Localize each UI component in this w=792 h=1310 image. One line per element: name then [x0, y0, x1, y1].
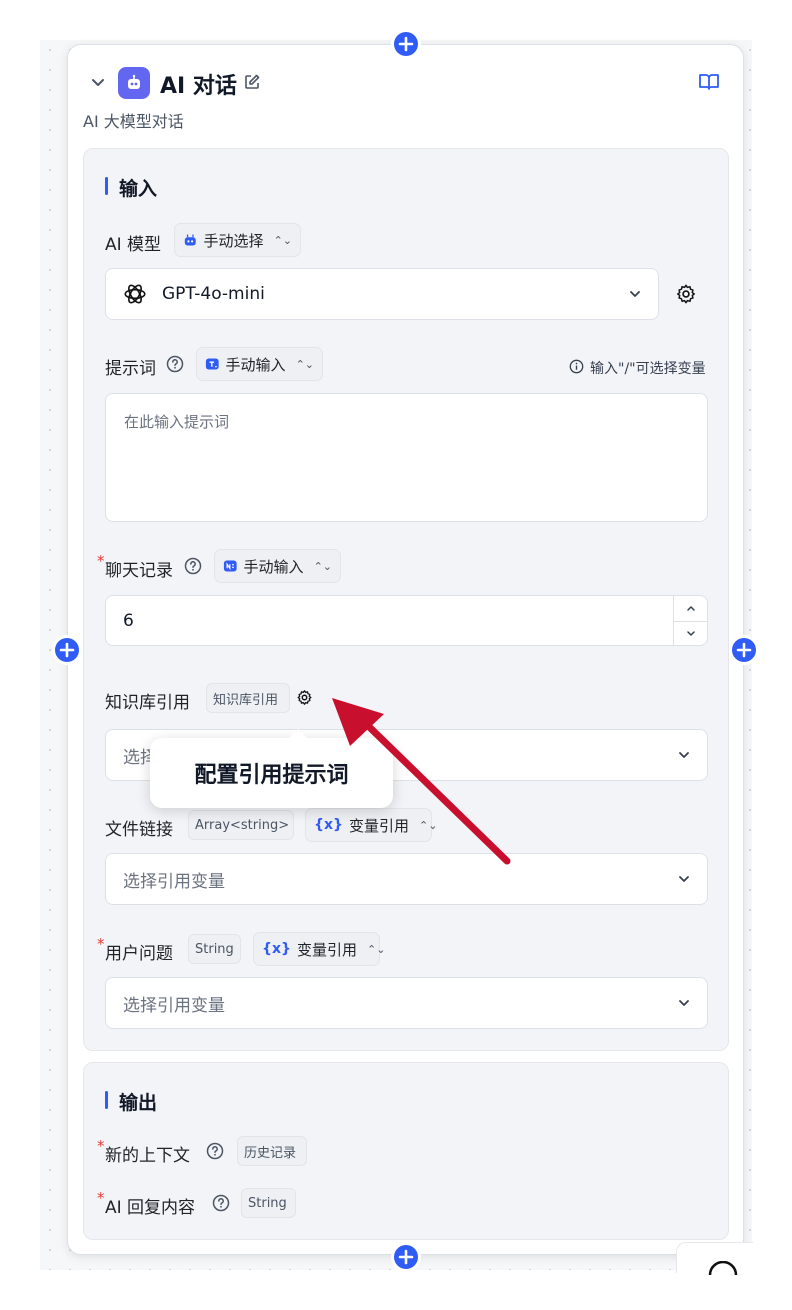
prompt-mode-label: 手动输入 — [225, 355, 286, 374]
add-node-left-icon[interactable] — [55, 638, 79, 662]
ai-model-mode-label: 手动选择 — [203, 231, 264, 250]
model-select[interactable]: GPT-4o-mini — [105, 268, 659, 320]
file-link-type-tag: Array<string> — [188, 810, 294, 840]
input-section-title: 输入 — [119, 178, 158, 200]
knowledge-base-tag: 知识库引用 — [206, 683, 290, 713]
user-question-variable-select[interactable]: 选择引用变量 — [105, 977, 708, 1029]
chevron-up-icon — [686, 606, 695, 611]
output-context-tag: 历史记录 — [237, 1136, 307, 1166]
knowledge-base-label: 知识库引用 — [105, 693, 190, 713]
chevron-down-icon — [630, 291, 640, 297]
user-question-placeholder: 选择引用变量 — [123, 995, 225, 1016]
help-circle-icon[interactable] — [212, 1194, 230, 1212]
prompt-placeholder: 在此输入提示词 — [124, 413, 230, 431]
increment-button[interactable] — [674, 596, 707, 622]
updown-chevron-icon: ⌃⌄ — [273, 233, 292, 247]
add-node-right-icon[interactable] — [732, 638, 756, 662]
required-mark: * — [97, 935, 105, 953]
required-mark: * — [97, 1189, 105, 1207]
chevron-down-icon[interactable] — [88, 72, 108, 92]
updown-chevron-icon: ⌃⌄ — [313, 559, 332, 573]
section-accent-bar — [105, 1091, 108, 1109]
node-description: AI 大模型对话 — [83, 112, 184, 131]
prompt-label: 提示词 — [105, 359, 156, 379]
edit-icon[interactable] — [243, 73, 261, 91]
openai-logo-icon — [124, 284, 146, 304]
chevron-down-icon — [686, 631, 695, 636]
chevron-down-icon — [679, 752, 689, 758]
chat-history-mode-label: 手动输入 — [243, 557, 304, 576]
add-node-top-icon[interactable] — [394, 32, 418, 56]
output-section-title: 输出 — [119, 1092, 158, 1114]
variable-icon: {x} — [262, 941, 291, 957]
partial-panel — [676, 1242, 753, 1275]
number-stepper[interactable] — [673, 596, 707, 645]
number-input-icon — [223, 560, 237, 572]
help-circle-icon[interactable] — [206, 1142, 224, 1160]
chat-history-value: 6 — [123, 610, 134, 631]
user-question-type-tag: String — [188, 934, 241, 964]
robot-icon — [184, 234, 196, 246]
output-ai-reply-tag: String — [241, 1188, 296, 1218]
user-question-label: 用户问题 — [105, 944, 173, 964]
gear-icon[interactable] — [296, 689, 313, 706]
chevron-down-icon — [679, 1000, 689, 1006]
chat-history-label: 聊天记录 — [105, 561, 173, 581]
output-ai-reply-label: AI 回复内容 — [105, 1198, 196, 1218]
updown-chevron-icon: ⌃⌄ — [295, 357, 314, 371]
file-link-placeholder: 选择引用变量 — [123, 871, 225, 892]
decrement-button[interactable] — [674, 622, 707, 647]
chat-history-mode-select[interactable]: 手动输入 ⌃⌄ — [214, 549, 341, 583]
output-context-label: 新的上下文 — [105, 1146, 190, 1166]
file-link-label: 文件链接 — [105, 820, 173, 840]
add-node-bottom-icon[interactable] — [394, 1245, 418, 1269]
text-input-icon — [205, 358, 219, 370]
ai-model-label: AI 模型 — [105, 235, 162, 255]
prompt-textarea[interactable]: 在此输入提示词 — [105, 393, 708, 522]
annotation-arrow-icon — [332, 698, 511, 865]
gear-icon[interactable] — [675, 283, 697, 305]
required-mark: * — [97, 552, 105, 570]
chat-history-number-input[interactable]: 6 — [105, 595, 708, 646]
robot-icon — [118, 67, 150, 99]
updown-chevron-icon: ⌃⌄ — [366, 942, 386, 956]
prompt-variable-hint: 输入"/"可选择变量 — [590, 361, 706, 377]
user-question-mode-label: 变量引用 — [296, 940, 357, 959]
help-circle-icon[interactable] — [184, 557, 202, 575]
node-title: AI 对话 — [160, 74, 237, 99]
help-circle-icon[interactable] — [166, 355, 184, 373]
selected-model-name: GPT-4o-mini — [162, 284, 265, 304]
chevron-down-icon — [679, 876, 689, 882]
section-accent-bar — [105, 177, 108, 195]
required-mark: * — [97, 1137, 105, 1155]
user-question-mode-select[interactable]: {x} 变量引用 ⌃⌄ — [253, 932, 385, 966]
help-circle-icon — [708, 1261, 738, 1275]
book-icon[interactable] — [698, 72, 720, 92]
prompt-mode-select[interactable]: 手动输入 ⌃⌄ — [196, 347, 323, 381]
info-icon — [569, 359, 584, 374]
ai-model-mode-select[interactable]: 手动选择 ⌃⌄ — [174, 223, 301, 257]
